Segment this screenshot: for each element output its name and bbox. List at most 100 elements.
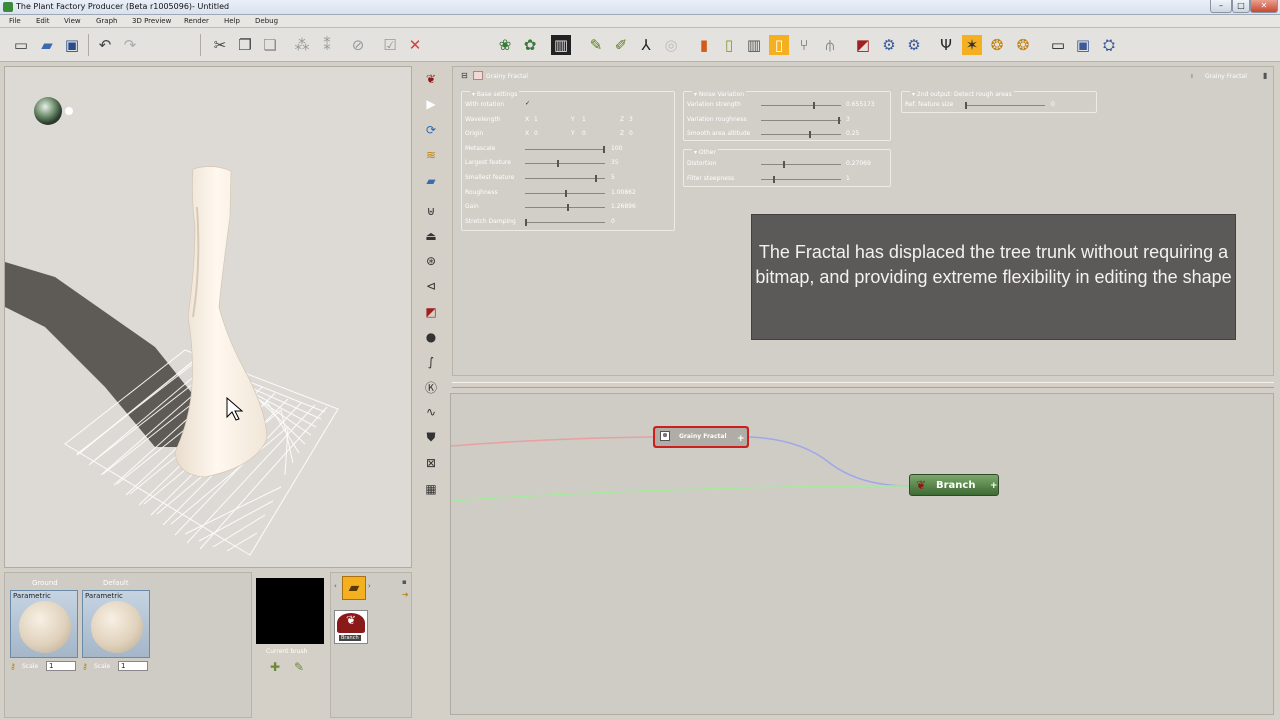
close-window-button[interactable]: ✕ [1250, 0, 1278, 13]
slider-knob[interactable] [565, 190, 567, 197]
variation-strength-slider[interactable] [761, 102, 841, 109]
variation-roughness-slider[interactable] [761, 117, 841, 124]
column-icon[interactable]: ▥ [744, 35, 764, 55]
folder-open-icon[interactable]: ▰ [422, 172, 440, 190]
roughness-value[interactable]: 1.00862 [611, 189, 636, 196]
origin-z-value[interactable]: 0 [629, 130, 633, 137]
function-icon[interactable]: ⊎ [422, 202, 440, 220]
palette-branch-item[interactable]: ❦ Branch [334, 610, 368, 644]
edit-brush-icon[interactable]: ✎ [294, 660, 304, 674]
palette-right-arrow[interactable]: › [368, 582, 371, 590]
key-icon[interactable]: ⚷ [10, 662, 16, 671]
axis-icon[interactable]: ⅄ [636, 35, 656, 55]
camera-icon[interactable]: ◩ [853, 35, 873, 55]
origin-x-value[interactable]: 0 [534, 130, 538, 137]
slider-knob[interactable] [603, 146, 605, 153]
maximize-button[interactable]: □ [1232, 0, 1250, 13]
slider-knob[interactable] [595, 175, 597, 182]
palm-icon[interactable]: ⚙ [904, 35, 924, 55]
key-icon[interactable]: ⚷ [82, 662, 88, 671]
node-color-swatch[interactable] [473, 71, 483, 80]
moon-icon[interactable]: ❂ [987, 35, 1007, 55]
branch-edit-icon[interactable]: ✐ [611, 35, 631, 55]
check-icon[interactable]: ☑ [380, 35, 400, 55]
paste-icon[interactable]: ❏ [260, 35, 280, 55]
tree-trunk[interactable] [174, 166, 268, 478]
scale-input[interactable]: 1 [118, 661, 148, 671]
menu-edit[interactable]: Edit [36, 17, 50, 25]
copy-icon[interactable]: ❐ [235, 35, 255, 55]
monitor-icon[interactable]: ▭ [1048, 35, 1068, 55]
largest-feature-slider[interactable] [525, 160, 605, 167]
ref-feature-size-value[interactable]: 0 [1051, 101, 1055, 108]
wavelength-y-value[interactable]: 1 [582, 116, 586, 123]
bucket-icon[interactable]: ▮ [694, 35, 714, 55]
smallest-feature-value[interactable]: 5 [611, 174, 615, 181]
slider-knob[interactable] [525, 219, 527, 226]
save-icon[interactable]: ▣ [62, 35, 82, 55]
branch-icon[interactable]: ❦ [422, 70, 440, 88]
curve-icon[interactable]: ∫ [422, 353, 440, 371]
circle-icon[interactable]: ● [422, 328, 440, 346]
menu-help[interactable]: Help [224, 17, 240, 25]
metascale-value[interactable]: 100 [611, 145, 622, 152]
gain-slider[interactable] [525, 204, 605, 211]
cylinder-icon[interactable]: ▯ [719, 35, 739, 55]
palette-arrow-icon[interactable]: ➔ [402, 590, 409, 599]
current-brush-preview[interactable] [256, 578, 324, 644]
3d-preview-viewport[interactable] [4, 66, 412, 568]
slider-knob[interactable] [838, 117, 840, 124]
light-sphere[interactable] [34, 97, 62, 125]
film-icon[interactable]: ▥ [551, 35, 571, 55]
graph-node-grainy-fractal[interactable]: ⊗ Grainy Fractal + [653, 426, 749, 448]
filter-steepness-value[interactable]: 1 [846, 175, 850, 182]
constant-icon[interactable]: Ⓚ [422, 378, 440, 396]
network-icon[interactable]: ⛭ [1099, 35, 1119, 55]
slider-knob[interactable] [557, 160, 559, 167]
fork-icon[interactable]: ⑂ [794, 35, 814, 55]
minimize-button[interactable]: – [1210, 0, 1232, 13]
tree-icon[interactable]: ⫛ [820, 35, 840, 55]
delete-node-icon[interactable]: ⊘ [348, 35, 368, 55]
gear-icon[interactable]: ⚙ [879, 35, 899, 55]
variation-roughness-value[interactable]: 3 [846, 116, 850, 123]
menu-render[interactable]: Render [184, 17, 209, 25]
redo-icon[interactable]: ↷ [120, 35, 140, 55]
ref-feature-size-slider[interactable] [965, 102, 1045, 109]
color-icon[interactable]: ◩ [422, 303, 440, 321]
open-icon[interactable]: ▰ [37, 35, 57, 55]
panel-handle[interactable]: ⁞ [1191, 73, 1193, 80]
plant-icon[interactable]: Ψ [936, 35, 956, 55]
graph-node-branch[interactable]: ❦ Branch + [909, 474, 999, 496]
material-default[interactable]: Parametric [82, 590, 150, 658]
smooth-area-altitude-value[interactable]: 0.25 [846, 130, 859, 137]
smooth-area-altitude-slider[interactable] [761, 131, 841, 138]
group-icon[interactable]: ⁂ [292, 35, 312, 55]
collapse-icon[interactable]: ⊟ [461, 71, 468, 80]
wavelength-x-value[interactable]: 1 [534, 116, 538, 123]
play-icon[interactable]: ▶ [422, 95, 440, 113]
brush-icon[interactable]: ✎ [586, 35, 606, 55]
graph-curve-icon[interactable]: ∿ [422, 403, 440, 421]
wavelength-z-value[interactable]: 3 [629, 116, 633, 123]
add-output-icon[interactable]: + [737, 434, 745, 444]
add-brush-icon[interactable]: ✚ [270, 660, 280, 674]
filter-steepness-slider[interactable] [761, 176, 841, 183]
metascale-slider[interactable] [525, 146, 605, 153]
with-rotation-checkbox[interactable]: ✓ [525, 100, 530, 107]
palette-up-icon[interactable]: ▪ [402, 578, 407, 586]
ungroup-icon[interactable]: ⁑ [317, 35, 337, 55]
distortion-slider[interactable] [761, 161, 841, 168]
largest-feature-value[interactable]: 35 [611, 159, 619, 166]
shield-icon[interactable]: ⛊ [422, 428, 440, 446]
stretch-damping-value[interactable]: 0 [611, 218, 615, 225]
panel-splitter[interactable] [452, 382, 1274, 388]
render-settings-icon[interactable]: ✿ [520, 35, 540, 55]
noise-icon[interactable]: ⊛ [422, 252, 440, 270]
slider-knob[interactable] [783, 161, 785, 168]
undo-icon[interactable]: ↶ [95, 35, 115, 55]
slider-knob[interactable] [773, 176, 775, 183]
panel-scroll-handle[interactable]: ▮ [1263, 71, 1267, 80]
globe-icon[interactable]: ◎ [661, 35, 681, 55]
stretch-damping-slider[interactable] [525, 219, 605, 226]
